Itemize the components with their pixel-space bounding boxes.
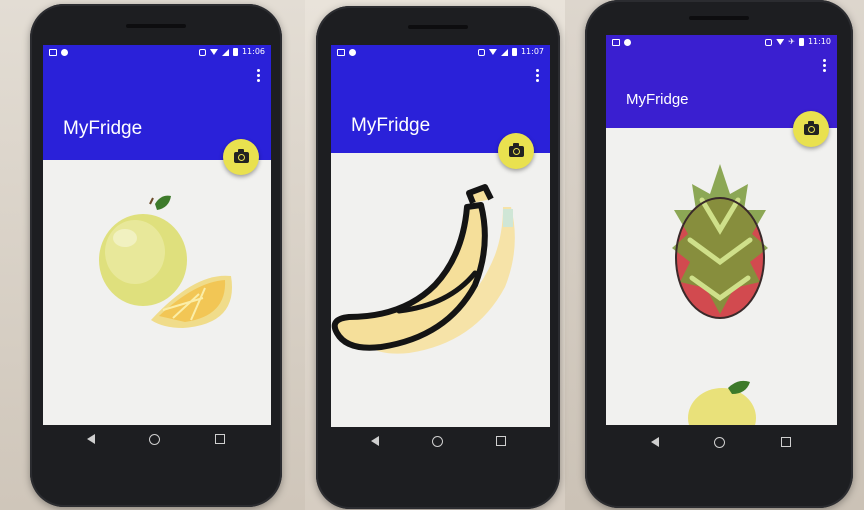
screen-2: 11:07 MyFridge — [331, 45, 550, 427]
recents-icon[interactable] — [214, 434, 225, 444]
back-icon[interactable] — [370, 436, 379, 446]
phone-1: 11:06 MyFridge — [30, 4, 282, 507]
camera-fab[interactable] — [793, 111, 829, 147]
more-vert-icon[interactable] — [257, 69, 261, 82]
dragonfruit-icon — [672, 164, 768, 425]
signal-icon — [221, 48, 229, 56]
battery-icon — [798, 38, 804, 46]
banana-icon — [331, 184, 515, 354]
camera-fab[interactable] — [498, 133, 534, 169]
image-notification-icon — [337, 48, 345, 56]
more-vert-icon[interactable] — [823, 59, 827, 72]
camera-fab[interactable] — [223, 139, 259, 175]
wifi-icon — [776, 39, 785, 45]
screen-1: 11:06 MyFridge — [43, 45, 271, 425]
battery-icon — [232, 48, 238, 56]
battery-icon — [511, 48, 517, 56]
image-notification-icon — [612, 38, 620, 46]
pomelo-icon — [99, 195, 232, 328]
status-bar: 11:06 — [43, 45, 271, 59]
recents-icon[interactable] — [781, 437, 792, 447]
image-notification-icon — [49, 48, 57, 56]
android-notification-icon — [624, 38, 631, 46]
screen-3: ✈ 11:10 MyFridge — [606, 35, 837, 425]
vibrate-icon — [765, 38, 773, 46]
app-title: MyFridge — [351, 115, 431, 136]
camera-icon — [233, 148, 249, 163]
status-time: 11:06 — [241, 47, 265, 56]
status-time: 11:07 — [520, 47, 544, 56]
airplane-mode-icon: ✈ — [788, 37, 795, 46]
speaker-grille — [126, 24, 186, 28]
signal-icon — [500, 48, 508, 56]
navigation-bar — [344, 431, 532, 451]
status-time: 11:10 — [807, 37, 831, 46]
home-icon[interactable] — [431, 435, 443, 447]
vibrate-icon — [198, 48, 206, 56]
camera-icon — [508, 142, 524, 157]
more-vert-icon[interactable] — [536, 69, 540, 82]
app-title: MyFridge — [63, 118, 143, 139]
home-icon[interactable] — [149, 433, 161, 445]
app-title: MyFridge — [626, 91, 689, 108]
navigation-bar — [623, 432, 819, 452]
android-notification-icon — [61, 48, 68, 56]
wifi-icon — [488, 49, 497, 55]
camera-icon — [803, 120, 819, 135]
phone-3: ✈ 11:10 MyFridge — [585, 0, 853, 508]
back-icon[interactable] — [87, 434, 96, 444]
photo-collage: 11:06 MyFridge 11:07 MyFridge ✈ 11:10 My… — [0, 0, 864, 510]
wifi-icon — [209, 49, 218, 55]
vibrate-icon — [477, 48, 485, 56]
speaker-grille — [408, 25, 468, 29]
recents-icon[interactable] — [495, 436, 506, 446]
back-icon[interactable] — [650, 437, 659, 447]
status-bar: 11:07 — [331, 45, 550, 59]
status-bar: ✈ 11:10 — [606, 35, 837, 49]
speaker-grille — [689, 16, 749, 20]
navigation-bar — [60, 429, 252, 449]
android-notification-icon — [349, 48, 356, 56]
phone-2: 11:07 MyFridge — [316, 6, 560, 509]
home-icon[interactable] — [714, 436, 726, 448]
